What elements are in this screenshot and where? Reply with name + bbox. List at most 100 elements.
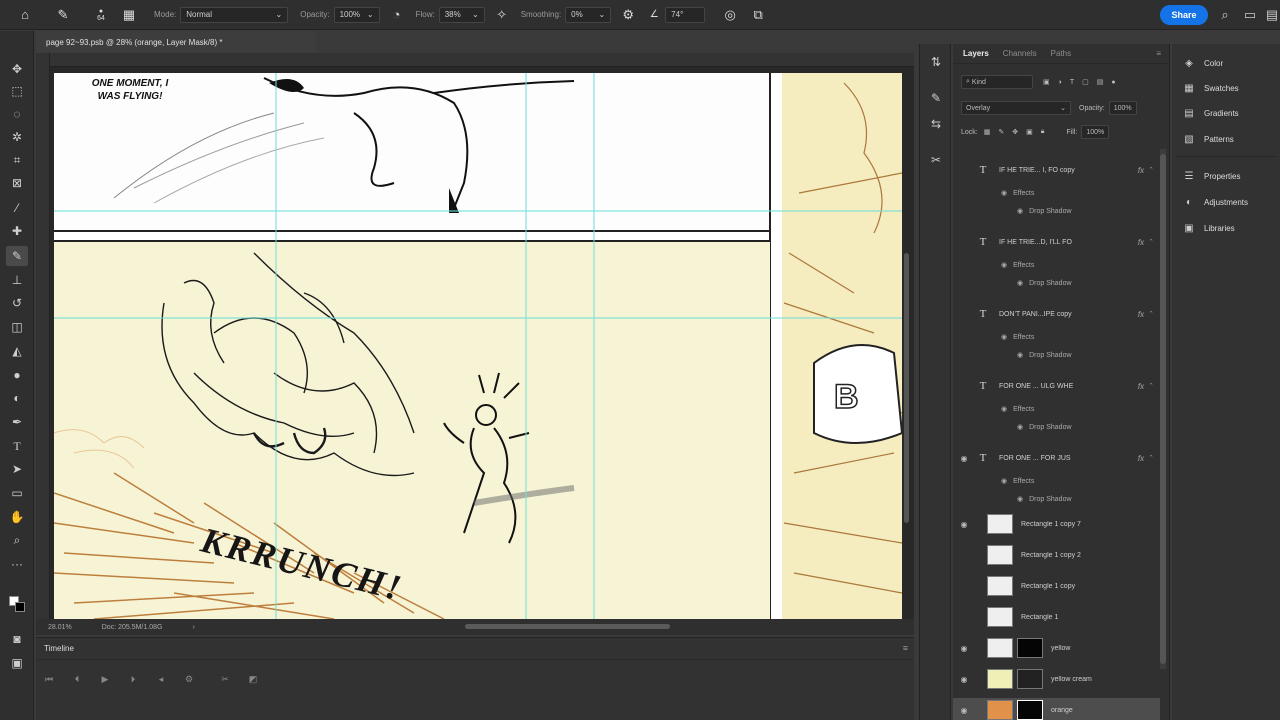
ruler-horizontal[interactable] [36,53,914,67]
flow-field[interactable]: 38% ⌄ [438,6,485,23]
chevron-up-icon[interactable]: ⌃ [1148,454,1154,462]
layer-row[interactable]: T IF HE TRIE...D, I'LL FO fx ⌃ [953,232,1160,252]
filter-type-icon[interactable]: T [1070,79,1074,86]
path-selection-tool-icon[interactable]: ➤ [6,459,28,479]
zoom-level[interactable]: 28.01% [48,624,72,631]
screen-mode-icon[interactable]: ▣ [6,653,28,673]
panel-swatches[interactable]: ▦ Swatches [1182,79,1238,97]
effect-eye-icon[interactable]: ◉ [1017,351,1023,359]
tab-channels[interactable]: Channels [1003,49,1037,58]
effect-eye-icon[interactable]: ◉ [1017,207,1023,215]
eraser-tool-icon[interactable]: ◫ [6,317,28,337]
eye-icon[interactable]: ◉ [953,520,975,529]
color-swatches-icon[interactable] [6,591,28,612]
layer-row[interactable]: ◉ yellow [953,636,1160,660]
workspace-icon[interactable]: ▭ [1240,5,1260,25]
search-icon[interactable]: ⌕ [1215,5,1235,25]
paint-bucket-tool-icon[interactable]: ◭ [6,341,28,361]
layer-row[interactable]: T DON'T PANI...IPE copy fx ⌃ [953,304,1160,324]
stamp-tool-icon[interactable]: ⊥ [6,270,28,290]
frame-tool-icon[interactable]: ⊠ [6,173,28,193]
transition-icon[interactable]: ◩ [246,672,260,686]
effects-row[interactable]: ◉ Effects [953,258,1160,272]
layer-row[interactable]: Rectangle 1 copy 2 [953,543,1160,567]
crop-tool-icon[interactable]: ⌗ [6,150,28,170]
settings-icon[interactable]: ⚙ [182,672,196,686]
panel-menu-icon[interactable]: ≡ [1156,49,1161,58]
opacity-field[interactable]: 100% ⌄ [333,6,380,23]
tool-presets-icon[interactable]: ✂ [926,150,946,170]
effects-row[interactable]: ◉ Effects [953,330,1160,344]
more-tools-icon[interactable]: ··· [6,554,28,574]
next-frame-icon[interactable]: ⏵ [126,672,140,686]
vertical-scrollbar[interactable] [904,253,909,523]
play-icon[interactable]: ▶ [98,672,112,686]
effects-row[interactable]: ◉ Effects [953,474,1160,488]
first-frame-icon[interactable]: ⏮ [42,672,56,686]
angle-field[interactable]: 74° [665,6,706,23]
history-panel-icon[interactable]: ⇅ [926,52,946,72]
layer-row[interactable]: T FOR ONE ... ULG WHE fx ⌃ [953,376,1160,396]
lock-artboard-icon[interactable]: ▣ [1026,128,1033,136]
effect-eye-icon[interactable]: ◉ [1017,423,1023,431]
status-arrow-icon[interactable]: › [192,624,194,631]
share-button[interactable]: Share [1160,5,1208,25]
filter-pixel-icon[interactable]: ▣ [1043,78,1050,86]
brush-settings-panel-icon[interactable]: ✎ [926,88,946,108]
canvas-area[interactable]: B ONE MOMENT, I WAS FLYING! KRRUNCH! [36,53,914,619]
zoom-tool-icon[interactable]: ⌕ [6,530,28,550]
dodge-tool-icon[interactable]: ◐ [6,388,28,408]
brush-tool-icon[interactable]: ✎ [6,246,28,266]
brush-tool-icon[interactable]: ✎ [52,4,74,26]
layer-opacity-field[interactable]: 100% [1108,101,1137,115]
fx-icon[interactable]: fx [1138,238,1144,247]
home-icon[interactable]: ⌂ [14,4,36,26]
layer-row[interactable]: Rectangle 1 [953,605,1160,629]
horizontal-scrollbar[interactable] [465,624,670,629]
layer-row[interactable]: Rectangle 1 copy [953,574,1160,598]
panels-icon[interactable]: ▤ [1262,5,1280,25]
tab-layers[interactable]: Layers [963,49,989,58]
lock-position-icon[interactable]: ✥ [1012,128,1018,136]
panel-libraries[interactable]: ▣ Libraries [1182,219,1234,237]
effects-eye-icon[interactable]: ◉ [1001,261,1007,269]
brush-settings-icon[interactable]: ▦ [118,4,140,26]
quick-mask-icon[interactable]: ◙ [6,629,28,649]
layer-mask-thumbnail[interactable] [1017,700,1043,720]
chevron-up-icon[interactable]: ⌃ [1148,238,1154,246]
layer-row[interactable]: ◉ yellow cream [953,667,1160,691]
panel-color[interactable]: ◈ Color [1182,54,1223,72]
filter-toggle-icon[interactable]: ● [1111,79,1115,86]
chevron-up-icon[interactable]: ⌃ [1148,382,1154,390]
eye-icon[interactable]: ◉ [953,706,975,715]
fill-field[interactable]: 100% [1081,125,1110,139]
eye-icon[interactable]: ◉ [953,644,975,653]
smoothing-options-icon[interactable]: ⚙ [617,4,639,26]
effects-row[interactable]: ◉ Effects [953,186,1160,200]
mode-select[interactable]: Normal ⌄ [180,6,289,23]
effects-eye-icon[interactable]: ◉ [1001,333,1007,341]
filter-kind-select[interactable]: ⌕ Kind [961,75,1033,89]
rectangle-tool-icon[interactable]: ▭ [6,483,28,503]
tab-paths[interactable]: Paths [1051,49,1071,58]
layer-row[interactable]: T IF HE TRIE... I, FO copy fx ⌃ [953,160,1160,180]
audio-icon[interactable]: ◂ [154,672,168,686]
healing-brush-tool-icon[interactable]: ✚ [6,221,28,241]
ruler-vertical[interactable] [36,53,50,619]
move-tool-icon[interactable]: ✥ [6,59,28,79]
filter-smart-icon[interactable]: ▤ [1097,78,1104,86]
hand-tool-icon[interactable]: ✋ [6,507,28,527]
chevron-up-icon[interactable]: ⌃ [1148,310,1154,318]
layers-scroll-thumb[interactable] [1160,154,1166,664]
lock-transparency-icon[interactable]: ▦ [984,128,991,136]
type-tool-icon[interactable]: T [6,436,28,456]
filter-adjustment-icon[interactable]: ◑ [1058,79,1062,86]
filter-shape-icon[interactable]: ▢ [1082,78,1089,86]
layer-comps-icon[interactable]: ⇆ [926,114,946,134]
eye-icon[interactable]: ◉ [953,454,975,463]
drop-shadow-row[interactable]: ◉ Drop Shadow [953,204,1160,218]
lasso-tool-icon[interactable]: ◌ [6,104,28,124]
document-tab[interactable]: page 92~93.psb @ 28% (orange, Layer Mask… [36,31,316,53]
symmetry-icon[interactable]: ⧉ [747,4,769,26]
panel-adjustments[interactable]: ◐ Adjustments [1182,193,1248,211]
